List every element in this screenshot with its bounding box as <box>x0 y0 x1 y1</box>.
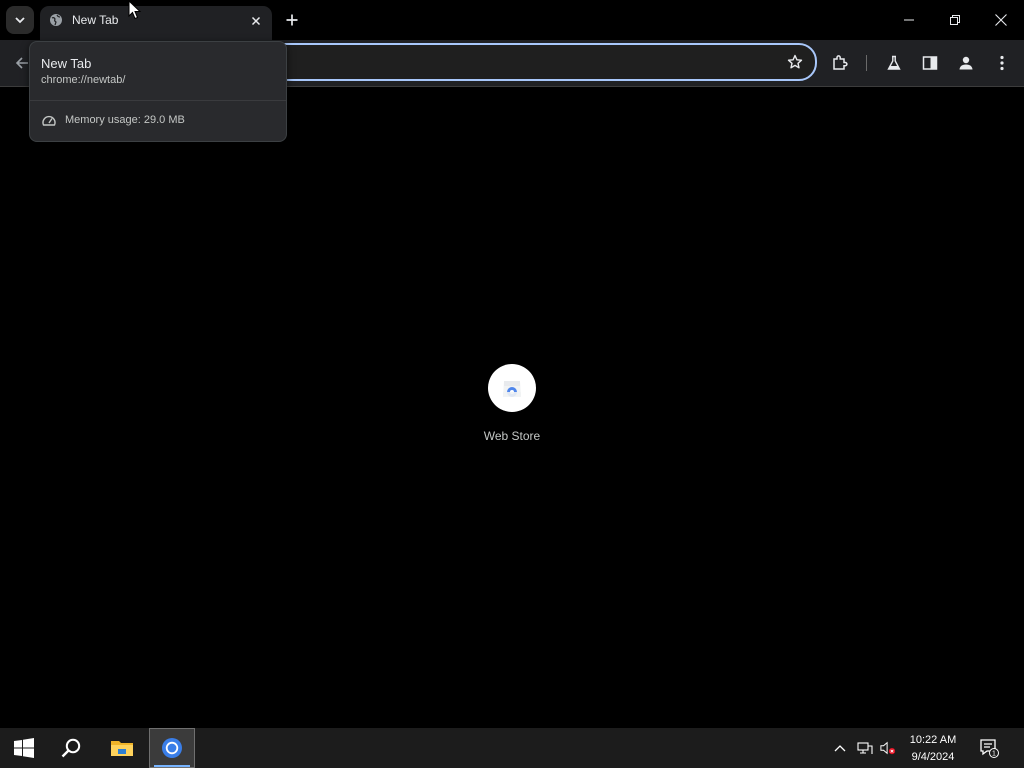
clock-date: 9/4/2024 <box>911 751 955 763</box>
tab-title: New Tab <box>72 13 119 27</box>
restore-button[interactable] <box>932 0 978 40</box>
chevron-down-icon <box>15 17 25 24</box>
toolbar-separator <box>866 55 867 71</box>
mouse-cursor-icon <box>128 0 142 20</box>
chrome-icon <box>162 738 182 758</box>
side-panel-icon <box>922 56 938 70</box>
more-menu-icon <box>1000 55 1004 71</box>
shortcut-tile <box>488 364 536 412</box>
address-bar[interactable] <box>250 43 817 81</box>
star-icon <box>787 54 803 69</box>
show-hidden-icons-button[interactable] <box>832 740 848 756</box>
hover-card-url: chrome://newtab/ <box>41 74 126 86</box>
profile-button[interactable] <box>955 52 977 74</box>
notification-icon: 1 <box>980 739 999 758</box>
back-arrow-icon <box>15 57 28 69</box>
file-explorer-icon <box>111 741 133 756</box>
minimize-button[interactable] <box>886 0 932 40</box>
tab-new-tab[interactable]: New Tab <box>40 6 272 40</box>
notification-count: 1 <box>992 751 996 758</box>
restore-icon <box>950 15 960 25</box>
speedometer-icon <box>42 115 56 126</box>
extensions-button[interactable] <box>829 52 851 74</box>
shortcut-web-store[interactable]: Web Store <box>472 364 552 454</box>
close-icon <box>995 14 1007 26</box>
web-store-icon <box>503 381 521 397</box>
extensions-icon <box>833 55 848 70</box>
hover-card-divider <box>30 100 286 101</box>
plus-icon <box>286 14 298 26</box>
labs-button[interactable] <box>883 52 905 74</box>
globe-icon <box>50 14 62 26</box>
hover-card-title: New Tab <box>41 56 92 71</box>
tab-close-button[interactable] <box>246 11 266 31</box>
start-button[interactable] <box>1 728 47 768</box>
taskbar-clock[interactable]: 10:22 AM 9/4/2024 <box>904 732 962 766</box>
network-button[interactable] <box>857 740 873 756</box>
bookmark-button[interactable] <box>785 52 805 72</box>
chevron-up-icon <box>834 745 846 752</box>
clock-time: 10:22 AM <box>909 734 957 746</box>
side-panel-button[interactable] <box>919 52 941 74</box>
more-menu-button[interactable] <box>991 52 1013 74</box>
windows-taskbar: 10:22 AM 9/4/2024 1 <box>0 728 1024 768</box>
tab-strip: New Tab <box>0 0 1024 40</box>
tab-search-button[interactable] <box>6 6 34 34</box>
search-button[interactable] <box>48 728 94 768</box>
search-icon <box>61 738 81 758</box>
close-window-button[interactable] <box>978 0 1024 40</box>
action-center-button[interactable]: 1 <box>974 728 1004 768</box>
shortcut-label: Web Store <box>483 429 541 443</box>
start-icon <box>14 738 34 758</box>
tab-hover-card: New Tab chrome://newtab/ Memory usage: 2… <box>29 41 287 142</box>
hover-card-memory: Memory usage: 29.0 MB <box>65 114 185 126</box>
file-explorer-button[interactable] <box>99 728 145 768</box>
volume-muted-icon <box>880 741 896 755</box>
network-icon <box>857 742 873 754</box>
new-tab-button[interactable] <box>280 8 304 32</box>
volume-button[interactable] <box>880 740 896 756</box>
close-icon <box>251 16 261 26</box>
chrome-taskbar-button[interactable] <box>149 728 195 768</box>
minimize-icon <box>904 19 914 21</box>
profile-icon <box>959 56 973 70</box>
labs-flask-icon <box>887 55 901 70</box>
